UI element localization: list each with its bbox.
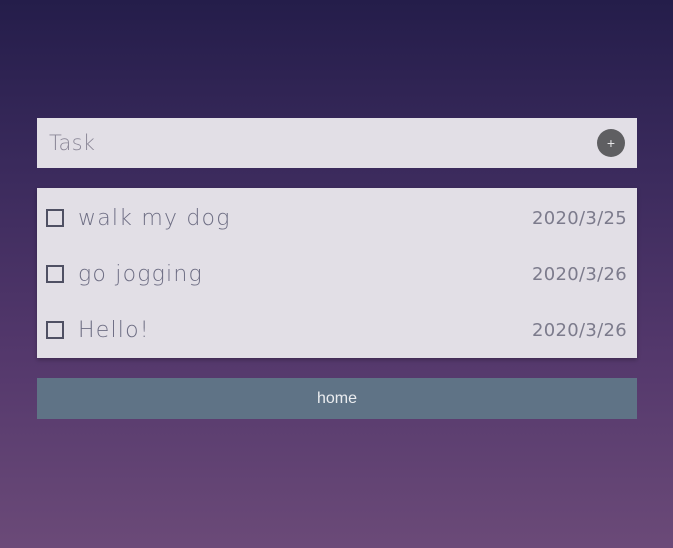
task-row: go jogging 2020/3/26 (37, 246, 637, 302)
task-row: walk my dog 2020/3/25 (37, 190, 637, 246)
task-checkbox[interactable] (46, 265, 64, 283)
task-date: 2020/3/25 (532, 207, 627, 229)
task-date: 2020/3/26 (532, 263, 627, 285)
add-task-button[interactable]: + (597, 129, 625, 157)
task-date: 2020/3/26 (532, 319, 627, 341)
task-name: walk my dog (78, 205, 231, 231)
task-name: Hello! (78, 317, 150, 343)
task-input[interactable] (49, 131, 597, 155)
task-checkbox[interactable] (46, 209, 64, 227)
task-input-bar: + (37, 118, 637, 168)
todo-app: + walk my dog 2020/3/25 go jogging 2020/… (37, 118, 637, 419)
task-row: Hello! 2020/3/26 (37, 302, 637, 358)
task-name: go jogging (78, 261, 203, 287)
task-list: walk my dog 2020/3/25 go jogging 2020/3/… (37, 188, 637, 358)
task-checkbox[interactable] (46, 321, 64, 339)
home-button[interactable]: home (37, 378, 637, 419)
